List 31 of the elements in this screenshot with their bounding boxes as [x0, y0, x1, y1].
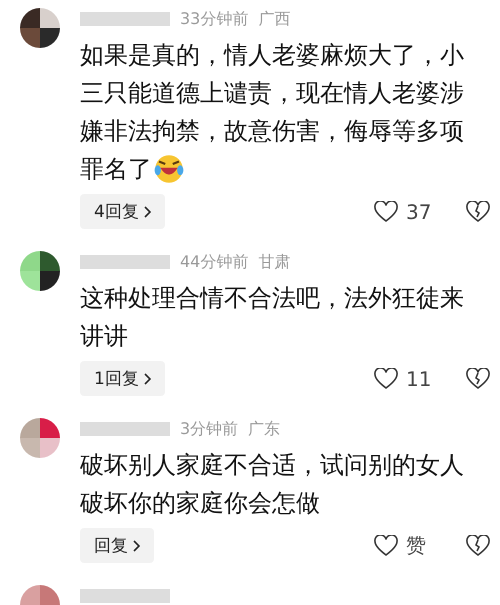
replies-button[interactable]: 回复	[80, 528, 154, 563]
comment-text: 罪名了	[80, 154, 152, 185]
chevron-icon	[142, 372, 151, 384]
replies-button[interactable]: 4回复	[80, 194, 165, 229]
comment-time: 3分钟前	[180, 418, 238, 440]
heart-icon[interactable]	[374, 534, 398, 556]
replies-button[interactable]: 1回复	[80, 361, 165, 396]
comment-location: 广西	[258, 8, 290, 30]
broken-heart-icon[interactable]	[466, 534, 490, 556]
heart-icon[interactable]	[374, 200, 398, 222]
chevron-icon	[142, 206, 151, 218]
comment-location: 广东	[248, 418, 280, 440]
avatar-icon[interactable]	[20, 8, 60, 48]
comment-text: 如果是真的，情人老婆麻烦大了，小	[80, 40, 464, 71]
comment-text: 破坏你的家庭你会怎做	[80, 488, 320, 519]
comment-time: 44分钟前	[180, 252, 248, 272]
avatar-icon[interactable]	[20, 251, 60, 291]
comment-time: 33分钟前	[180, 8, 248, 30]
like-count: 37	[406, 200, 432, 224]
like-count: 赞	[406, 532, 427, 559]
comment-text: 嫌非法拘禁，故意伤害，侮辱等多项	[80, 116, 464, 147]
comment-text: 三只能道德上谴责，现在情人老婆涉	[80, 78, 464, 109]
comment-text: 破坏别人家庭不合适，试问别的女人	[80, 450, 464, 481]
comment-location: 甘肃	[258, 252, 290, 272]
like-count: 11	[406, 366, 432, 390]
heart-icon[interactable]	[374, 368, 398, 390]
broken-heart-icon[interactable]	[466, 200, 490, 222]
comment-text: 这种处理合情不合法吧，法外狂徒来	[80, 283, 464, 314]
broken-heart-icon[interactable]	[466, 368, 490, 390]
comment-text: 讲讲	[80, 321, 128, 352]
chevron-icon	[132, 540, 140, 552]
